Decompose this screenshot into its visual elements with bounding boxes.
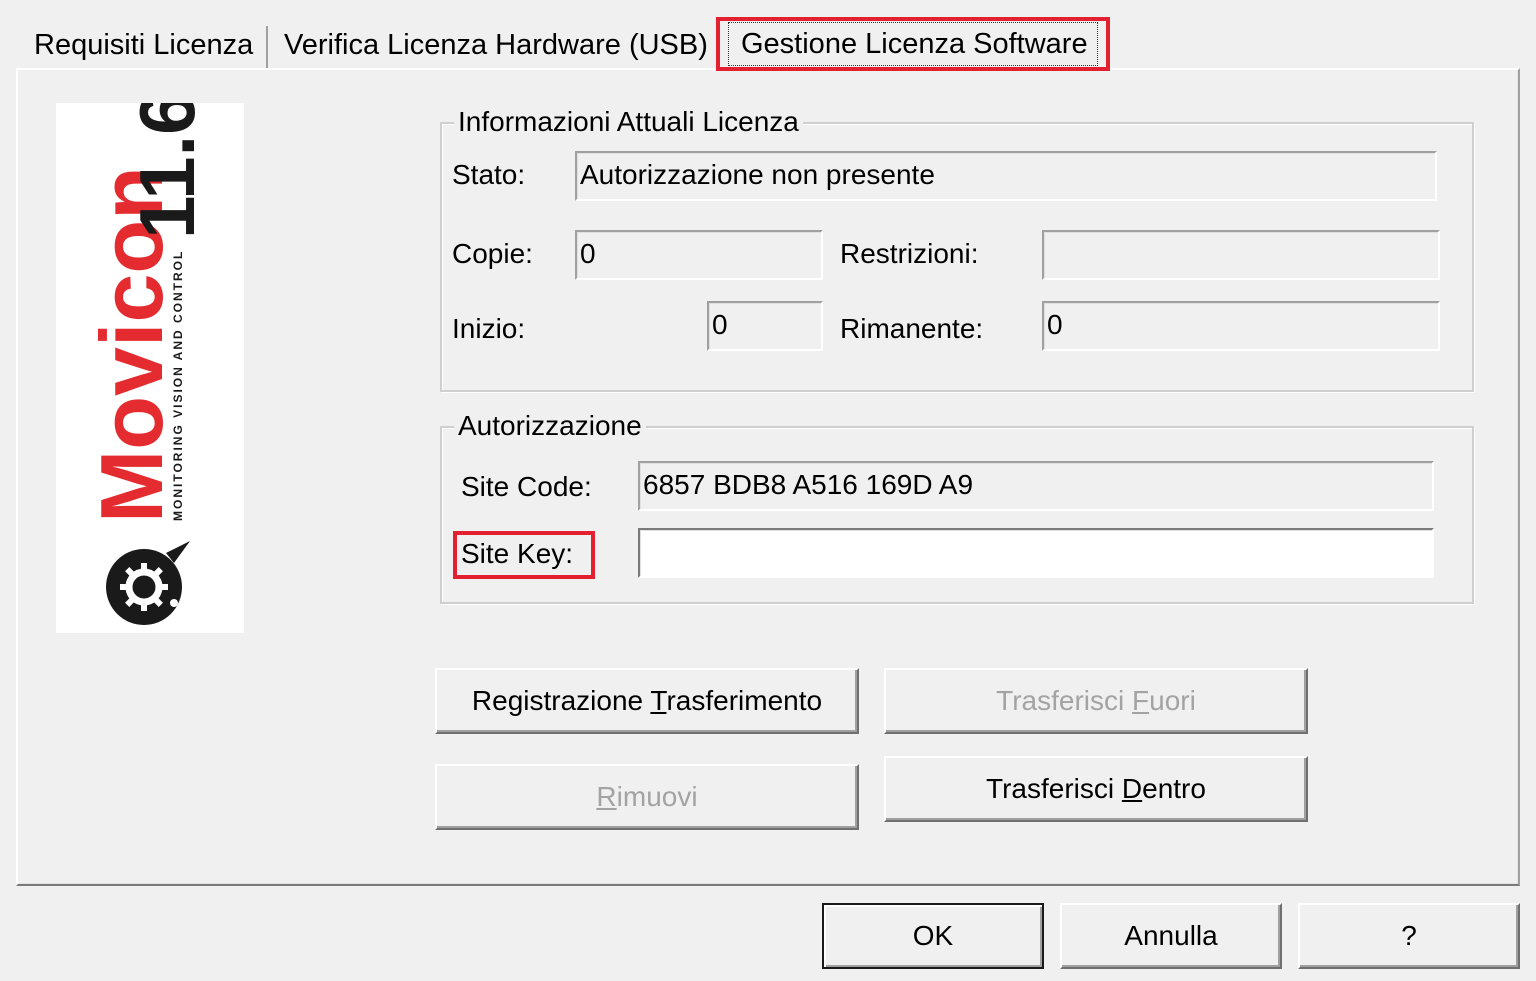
ok-button[interactable]: OK xyxy=(822,903,1044,969)
site-code-field: 6857 BDB8 A516 169D A9 xyxy=(638,461,1434,511)
rimuovi-button[interactable]: Rimuovi xyxy=(435,764,859,830)
help-button[interactable]: ? xyxy=(1298,903,1520,969)
rimanente-field: 0 xyxy=(1042,301,1440,351)
auth-group-title: Autorizzazione xyxy=(454,409,646,443)
stato-label: Stato: xyxy=(452,159,526,190)
trasferisci-dentro-button[interactable]: Trasferisci Dentro xyxy=(884,756,1308,822)
inizio-label: Inizio: xyxy=(452,313,526,344)
trasferisci-fuori-button[interactable]: Trasferisci Fuori xyxy=(884,668,1308,734)
rimuovi-label: Rimuovi xyxy=(596,781,698,812)
copie-field: 0 xyxy=(575,230,823,280)
tab-verifica-licenza-hardware-label: Verifica Licenza Hardware (USB) xyxy=(284,29,708,61)
tab-requisiti-licenza[interactable]: Requisiti Licenza xyxy=(22,22,265,68)
registrazione-trasferimento-label: Registrazione Trasferimento xyxy=(471,685,823,716)
registrazione-trasferimento-button[interactable]: Registrazione Trasferimento xyxy=(435,668,859,734)
movicon-version: 11.6 xyxy=(123,103,211,239)
trasferisci-dentro-label: Trasferisci Dentro xyxy=(986,773,1206,804)
site-code-label: Site Code: xyxy=(461,471,592,502)
trasferisci-fuori-label: Trasferisci Fuori xyxy=(996,685,1196,716)
tab-verifica-licenza-hardware[interactable]: Verifica Licenza Hardware (USB) xyxy=(272,22,720,68)
restrizioni-label: Restrizioni: xyxy=(840,238,979,269)
movicon-tagline: MONITORING VISION AND CONTROL xyxy=(171,250,185,521)
site-key-label: Site Key: xyxy=(461,538,574,569)
tab-gestione-licenza-software-label: Gestione Licenza Software xyxy=(741,28,1088,60)
site-key-input[interactable] xyxy=(638,528,1434,578)
inizio-field: 0 xyxy=(707,301,823,351)
tab-requisiti-licenza-label: Requisiti Licenza xyxy=(34,29,254,61)
stato-field: Autorizzazione non presente xyxy=(575,151,1437,201)
tab-gestione-licenza-software[interactable]: Gestione Licenza Software xyxy=(728,22,1098,66)
info-group-title: Informazioni Attuali Licenza xyxy=(454,105,803,139)
restrizioni-field xyxy=(1042,230,1440,280)
tab-separator xyxy=(266,26,268,68)
annulla-button[interactable]: Annulla xyxy=(1060,903,1282,969)
copie-label: Copie: xyxy=(452,238,533,269)
gear-bubble-icon xyxy=(106,541,190,625)
movicon-logo-graphic: Movicon 11.6 MONITORING VISION AND CONTR… xyxy=(82,91,211,625)
rimanente-label: Rimanente: xyxy=(840,313,984,344)
movicon-logo: Movicon 11.6 MONITORING VISION AND CONTR… xyxy=(56,91,244,633)
